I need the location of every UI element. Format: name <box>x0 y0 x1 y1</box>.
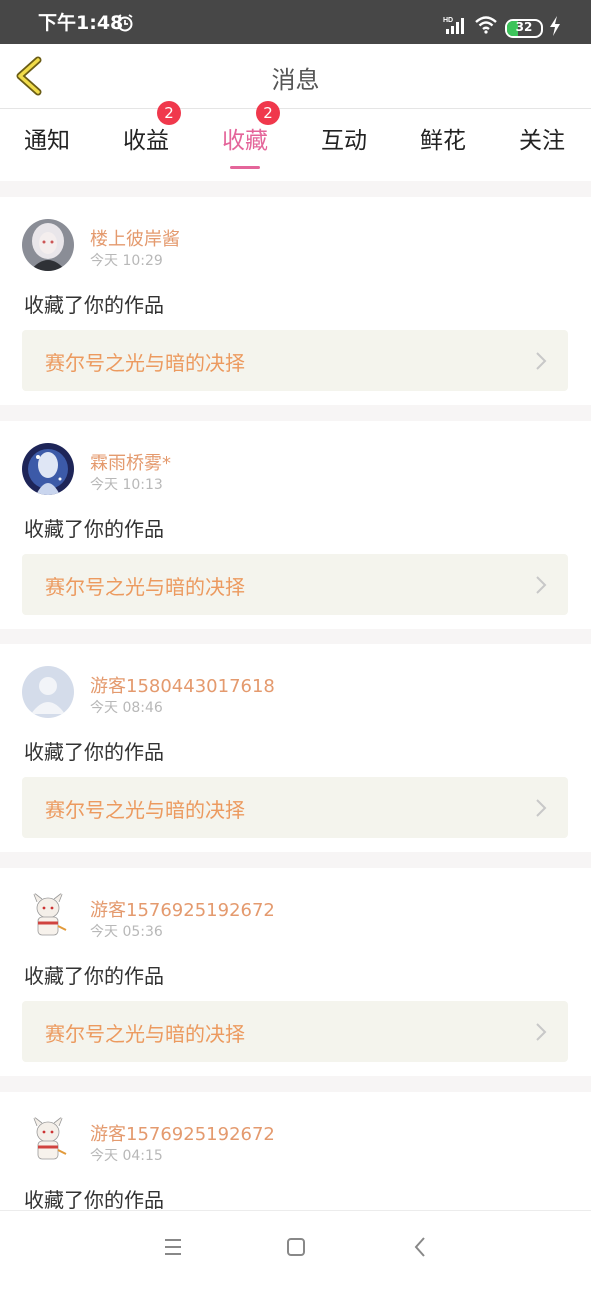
svg-text:HD: HD <box>443 17 453 24</box>
home-icon[interactable] <box>283 1234 309 1260</box>
unread-badge: 2 <box>157 101 181 125</box>
status-time: 下午1:48 <box>38 12 124 34</box>
status-bar: 下午1:48 HD 32 <box>0 0 591 44</box>
timestamp: 今天 10:13 <box>90 477 163 493</box>
tab-label: 收藏 <box>222 128 268 154</box>
header: 消息 <box>0 44 591 109</box>
tab-earnings[interactable]: 收益 2 <box>123 101 181 155</box>
avatar[interactable] <box>22 219 74 271</box>
tab-interactions[interactable]: 互动 <box>321 121 367 155</box>
charging-icon <box>550 16 560 36</box>
action-text: 收藏了你的作品 <box>24 740 164 764</box>
work-link[interactable]: 赛尔号之光与暗的决择 <box>22 554 568 615</box>
avatar[interactable] <box>22 666 74 718</box>
timestamp: 今天 04:15 <box>90 1148 163 1164</box>
favorite-notification-card: 霖雨桥雾* 今天 10:13 收藏了你的作品 赛尔号之光与暗的决择 <box>0 421 591 629</box>
tab-favorites[interactable]: 收藏 2 <box>222 101 280 169</box>
wifi-icon <box>475 16 497 34</box>
active-tab-indicator <box>230 166 260 169</box>
chevron-right-icon <box>536 576 547 594</box>
timestamp: 今天 05:36 <box>90 924 163 940</box>
work-link[interactable]: 赛尔号之光与暗的决择 <box>22 330 568 391</box>
tab-label: 收益 <box>123 128 169 154</box>
action-text: 收藏了你的作品 <box>24 293 164 317</box>
hd-signal-icon: HD <box>443 17 464 34</box>
alarm-icon <box>117 14 133 32</box>
tab-label: 关注 <box>519 128 565 154</box>
action-text: 收藏了你的作品 <box>24 964 164 988</box>
tab-following[interactable]: 关注 <box>519 121 565 155</box>
work-title: 赛尔号之光与暗的决择 <box>45 575 245 599</box>
battery-icon: 32 <box>505 19 543 38</box>
back-icon[interactable] <box>407 1233 433 1261</box>
favorite-notification-card: 游客1576925192672 今天 05:36 收藏了你的作品 赛尔号之光与暗… <box>0 868 591 1076</box>
username[interactable]: 霖雨桥雾* <box>90 449 171 475</box>
avatar[interactable] <box>22 890 74 942</box>
page-title: 消息 <box>271 66 320 94</box>
unread-badge: 2 <box>256 101 280 125</box>
tab-label: 互动 <box>321 128 367 154</box>
tab-label: 通知 <box>24 128 70 154</box>
tab-label: 鲜花 <box>420 128 466 154</box>
tab-bar: 通知 收益 2 收藏 2 互动 鲜花 关注 <box>0 101 591 181</box>
timestamp: 今天 08:46 <box>90 700 163 716</box>
username[interactable]: 游客1576925192672 <box>90 896 275 922</box>
favorite-notification-card: 游客1580443017618 今天 08:46 收藏了你的作品 赛尔号之光与暗… <box>0 644 591 852</box>
system-nav-bar <box>0 1210 591 1281</box>
battery-level: 32 <box>515 20 533 34</box>
work-link[interactable]: 赛尔号之光与暗的决择 <box>22 777 568 838</box>
action-text: 收藏了你的作品 <box>24 1188 164 1212</box>
chevron-right-icon <box>536 799 547 817</box>
work-title: 赛尔号之光与暗的决择 <box>45 798 245 822</box>
username[interactable]: 游客1576925192672 <box>90 1120 275 1146</box>
work-title: 赛尔号之光与暗的决择 <box>45 351 245 375</box>
avatar[interactable] <box>22 1114 74 1166</box>
work-title: 赛尔号之光与暗的决择 <box>45 1022 245 1046</box>
username[interactable]: 游客1580443017618 <box>90 672 275 698</box>
username[interactable]: 楼上彼岸酱 <box>90 225 180 251</box>
timestamp: 今天 10:29 <box>90 253 163 269</box>
favorite-notification-card: 楼上彼岸酱 今天 10:29 收藏了你的作品 赛尔号之光与暗的决择 <box>0 197 591 405</box>
menu-icon[interactable] <box>160 1235 186 1259</box>
tab-flowers[interactable]: 鲜花 <box>420 121 466 155</box>
chevron-right-icon <box>536 352 547 370</box>
avatar[interactable] <box>22 443 74 495</box>
tab-notifications[interactable]: 通知 <box>24 121 70 155</box>
action-text: 收藏了你的作品 <box>24 517 164 541</box>
work-link[interactable]: 赛尔号之光与暗的决择 <box>22 1001 568 1062</box>
chevron-right-icon <box>536 1023 547 1041</box>
